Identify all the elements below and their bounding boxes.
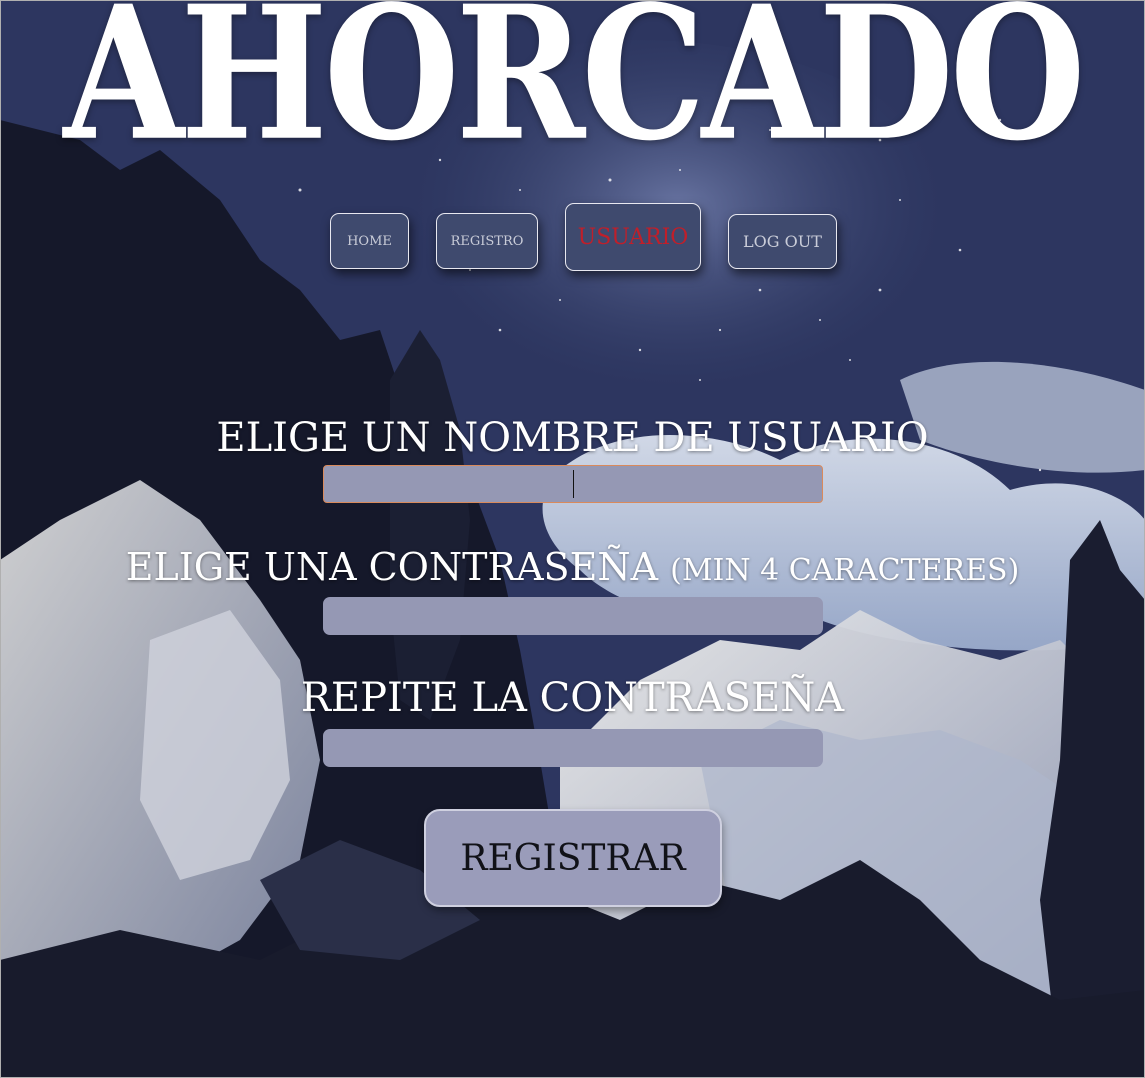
password-label-text: ELIGE UNA CONTRASEÑA	[125, 545, 659, 589]
repeat-password-label: REPITE LA CONTRASEÑA	[300, 675, 845, 721]
username-label: ELIGE UN NOMBRE DE USUARIO	[216, 415, 929, 461]
password-hint: (MIN 4 CARACTERES)	[670, 553, 1020, 588]
nav-usuario-button[interactable]: USUARIO	[565, 203, 701, 271]
register-button[interactable]: REGISTRAR	[424, 809, 722, 907]
password-input[interactable]	[323, 597, 823, 635]
main-nav: HOME REGISTRO USUARIO LOG OUT	[0, 0, 1145, 280]
nav-logout-button[interactable]: LOG OUT	[728, 214, 837, 269]
nav-registro-button[interactable]: REGISTRO	[436, 213, 538, 269]
text-caret	[573, 470, 574, 498]
password-label: ELIGE UNA CONTRASEÑA (MIN 4 CARACTERES)	[0, 548, 1145, 586]
repeat-password-input[interactable]	[323, 729, 823, 767]
nav-home-button[interactable]: HOME	[330, 213, 409, 269]
